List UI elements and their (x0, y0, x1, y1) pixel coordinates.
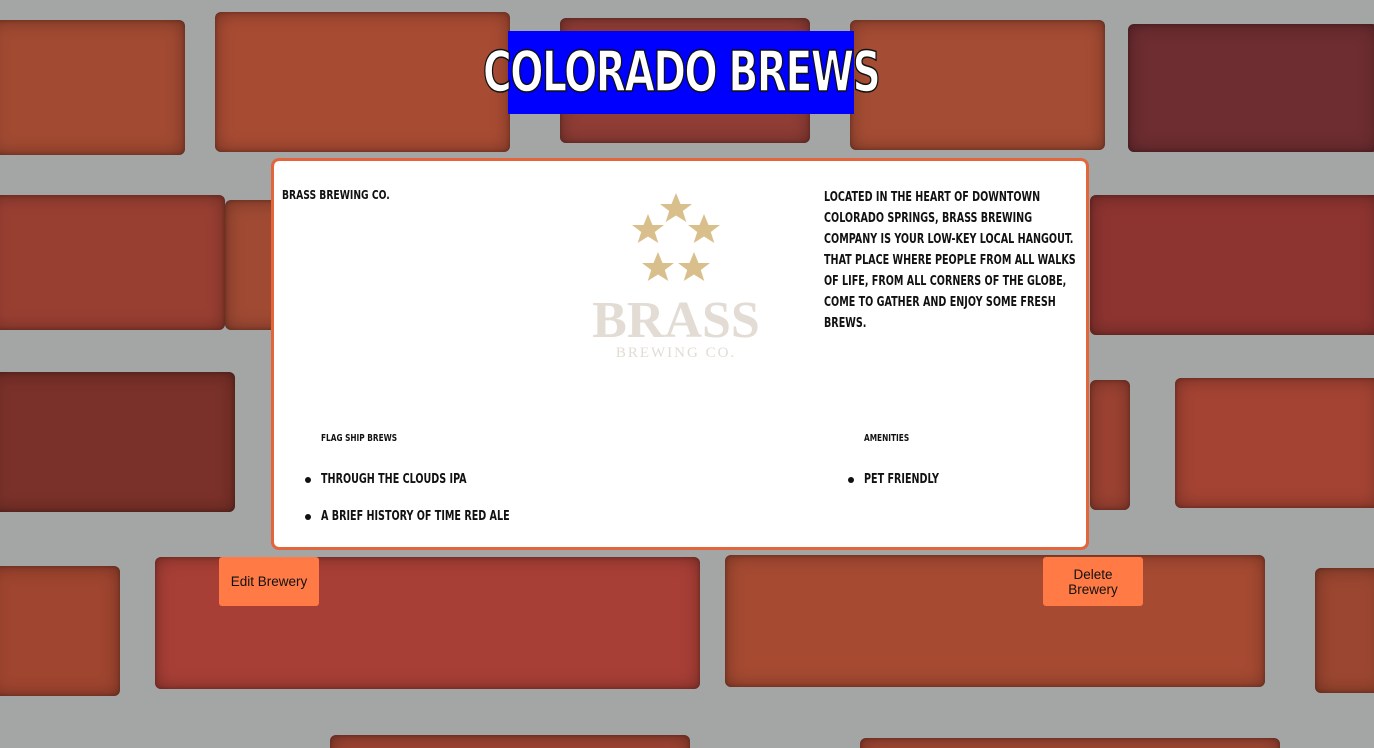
brick (0, 20, 185, 155)
brick (1128, 24, 1374, 152)
brewery-card: BRASS BREWING CO. BRASS BREWING CO. LOCA… (271, 158, 1089, 550)
brick (1090, 195, 1374, 335)
brew-name: THROUGH THE CLOUDS IPA (321, 472, 467, 487)
brick (1315, 568, 1374, 693)
brick (860, 738, 1280, 748)
site-title-banner: COLORADO BREWS (482, 31, 881, 114)
bullet-icon (848, 477, 854, 483)
list-item: THROUGH THE CLOUDS IPA (305, 472, 551, 509)
amenities-list: PET FRIENDLY (848, 472, 955, 509)
brick (0, 195, 225, 330)
brick (0, 372, 235, 512)
brewery-description: LOCATED IN THE HEART OF DOWNTOWN COLORAD… (824, 190, 1076, 331)
list-item: PET FRIENDLY (848, 472, 955, 509)
site-title: COLORADO BREWS (482, 39, 881, 106)
bullet-icon (305, 514, 311, 520)
flagship-brews-list: THROUGH THE CLOUDS IPA A BRIEF HISTORY O… (305, 472, 551, 546)
brick (1175, 378, 1374, 508)
brass-logo-image: BRASS BREWING CO. (592, 193, 760, 361)
brick (1090, 380, 1130, 510)
brew-name: A BRIEF HISTORY OF TIME RED ALE (321, 509, 510, 524)
brewery-name: BRASS BREWING CO. (282, 187, 390, 202)
amenity-name: PET FRIENDLY (864, 472, 939, 487)
brick (850, 20, 1105, 150)
brick (215, 12, 510, 152)
logo-text: BRASS (592, 292, 760, 349)
list-item: A BRIEF HISTORY OF TIME RED ALE (305, 509, 551, 546)
edit-brewery-button[interactable]: Edit Brewery (219, 557, 319, 606)
delete-brewery-button[interactable]: Delete Brewery (1043, 557, 1143, 606)
amenities-heading: AMENITIES (864, 433, 910, 444)
flagship-brews-heading: FLAG SHIP BREWS (321, 433, 398, 444)
brick (725, 555, 1265, 687)
bullet-icon (305, 477, 311, 483)
brewery-logo: BRASS BREWING CO. (576, 191, 776, 363)
brick (0, 566, 120, 696)
brick (330, 735, 690, 748)
logo-subtext: BREWING CO. (616, 345, 736, 361)
